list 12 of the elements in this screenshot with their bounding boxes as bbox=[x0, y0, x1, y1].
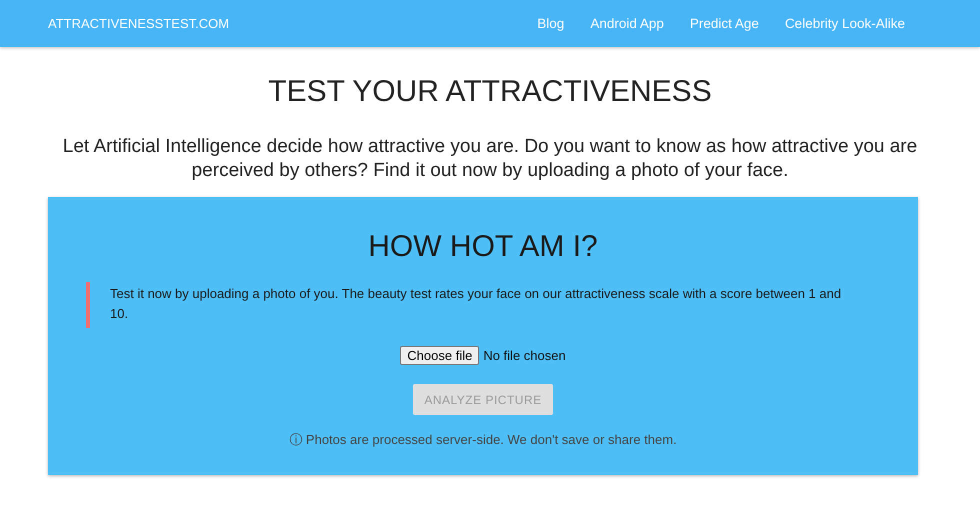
nav-link[interactable]: Blog bbox=[537, 16, 564, 31]
choose-file-button[interactable]: Choose file bbox=[400, 346, 480, 365]
intro-text: Let Artificial Intelligence decide how attractive you are. Do you want to know as how attractive you are perceived by others? Find it out now by uploading a photo of your face. bbox=[62, 135, 918, 183]
page-title: TEST YOUR ATTRACTIVENESS bbox=[267, 75, 713, 109]
privacy-note: ⓘ Photos are processed server-side. We don't save or share them. bbox=[289, 431, 677, 449]
quote-text: Test it now by uploading a photo of you. The beauty test rates your face on our attractiveness scale with a score between 1 and 10. bbox=[86, 282, 878, 328]
nav-link[interactable]: Celebrity Look-Alike bbox=[784, 16, 905, 31]
nav-link[interactable]: Android App bbox=[590, 16, 664, 31]
file-status-text: No file chosen bbox=[483, 348, 566, 363]
card-heading: HOW HOT AM I? bbox=[368, 230, 598, 264]
nav-link[interactable]: Predict Age bbox=[690, 16, 759, 31]
brand-link[interactable]: ATTRACTIVENESSTEST.COM bbox=[48, 16, 230, 31]
